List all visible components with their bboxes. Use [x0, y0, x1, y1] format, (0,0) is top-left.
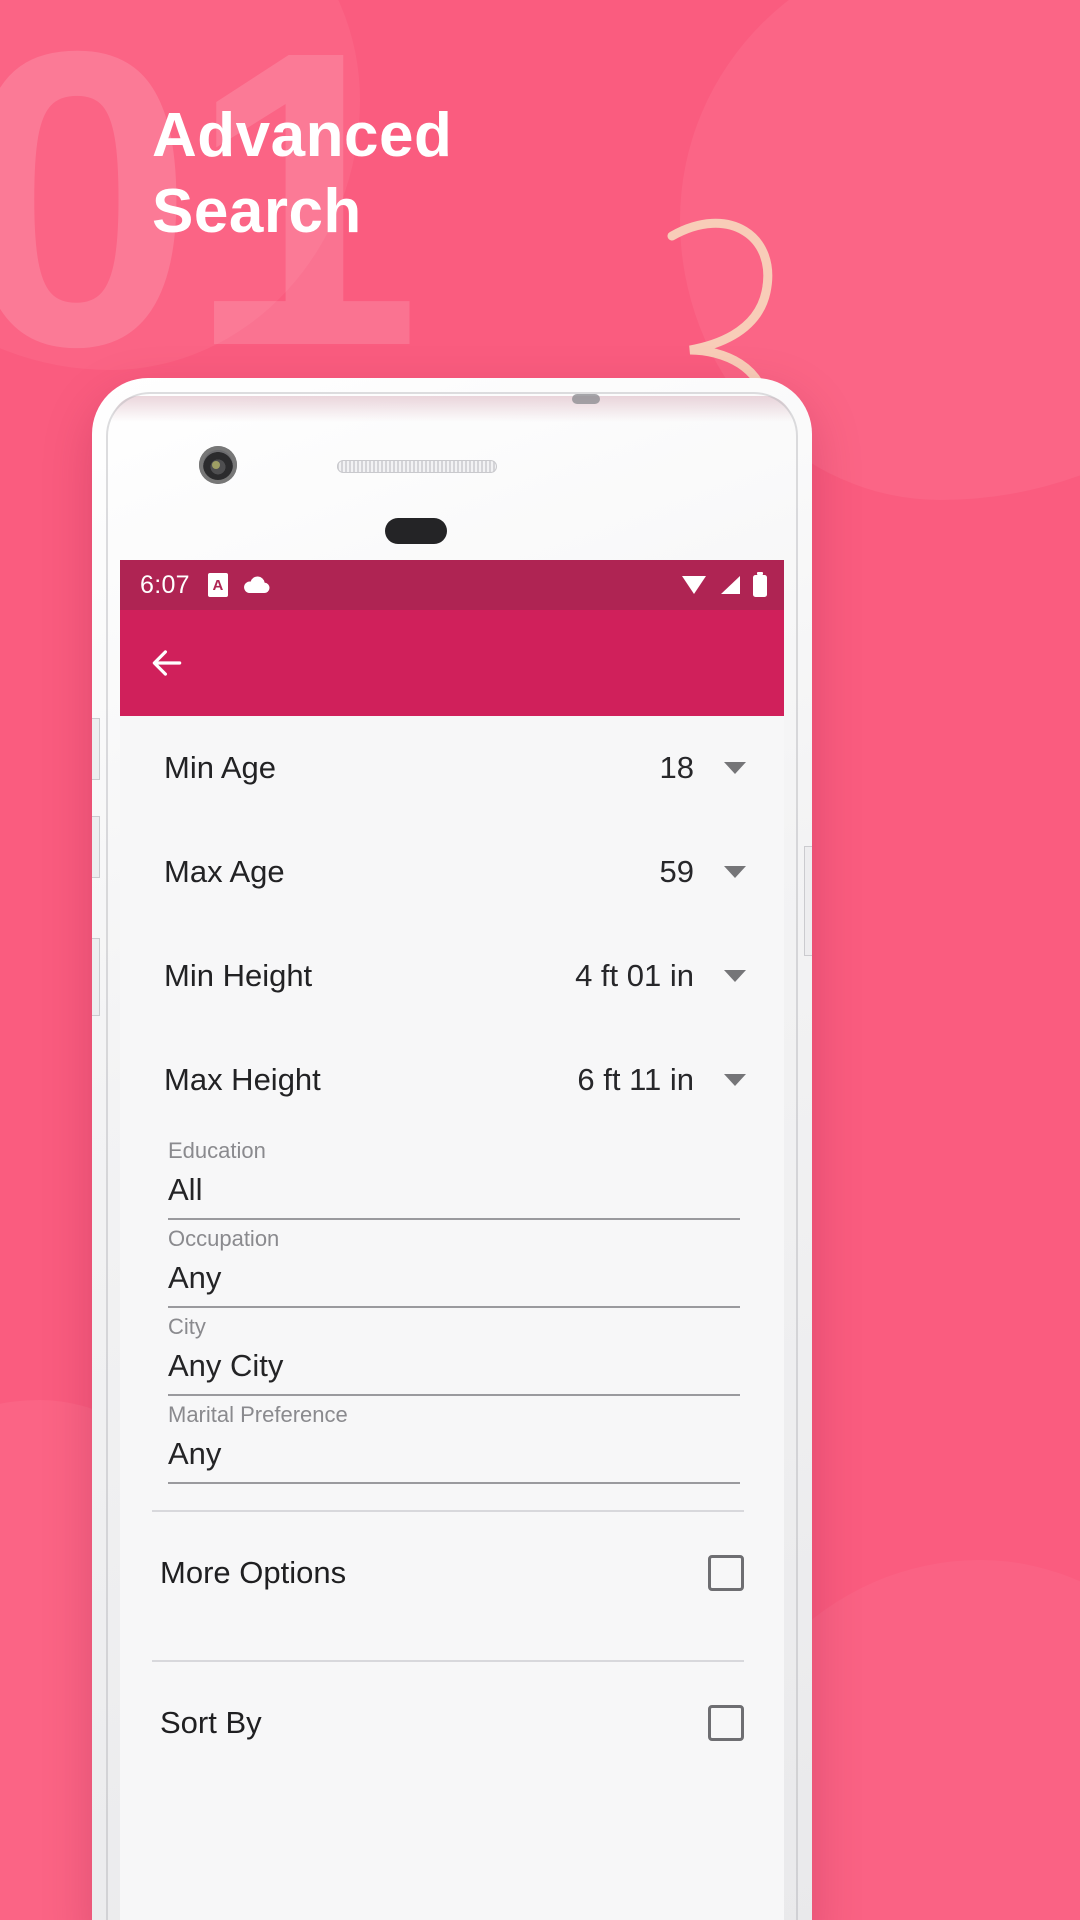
field-education[interactable]: Education All: [120, 1138, 784, 1220]
battery-icon: [753, 572, 767, 597]
field-value[interactable]: Any City: [168, 1348, 740, 1396]
select-row-label: Max Height: [164, 1062, 321, 1097]
cloud-icon: [243, 576, 270, 594]
power-button[interactable]: [804, 846, 812, 956]
field-marital-preference[interactable]: Marital Preference Any: [120, 1402, 784, 1484]
select-row-value: 6 ft 11 in: [577, 1062, 694, 1097]
field-occupation[interactable]: Occupation Any: [120, 1226, 784, 1308]
select-row-value: 59: [659, 854, 694, 889]
status-bar-system-icons: [680, 572, 768, 598]
checkbox-more-options[interactable]: [708, 1555, 744, 1591]
status-bar-clock: 6:07: [140, 570, 190, 599]
bezel-sheen: [112, 396, 792, 422]
status-bar-notification-icons: A: [207, 573, 270, 597]
chevron-down-icon[interactable]: [724, 970, 746, 982]
field-label: Marital Preference: [168, 1402, 348, 1427]
field-label: Education: [168, 1138, 266, 1163]
phone-mockup: 6:07 A Min Age 18 Max Age 59 Min Height …: [92, 378, 812, 1920]
chevron-down-icon[interactable]: [724, 866, 746, 878]
check-row-label: Sort By: [160, 1705, 262, 1740]
wifi-icon: [682, 576, 706, 594]
earpiece-speaker: [337, 460, 497, 473]
select-row-label: Max Age: [164, 854, 285, 889]
back-arrow-icon[interactable]: [148, 644, 186, 682]
select-row-label: Min Height: [164, 958, 313, 993]
field-city[interactable]: City Any City: [120, 1314, 784, 1396]
phone-screen: 6:07 A Min Age 18 Max Age 59 Min Height …: [120, 560, 784, 1920]
check-row-label: More Options: [160, 1555, 347, 1590]
field-value[interactable]: Any: [168, 1436, 740, 1484]
check-row-more-options[interactable]: More Options: [120, 1512, 784, 1634]
status-bar: 6:07 A: [120, 560, 784, 610]
sensor-pill: [385, 518, 447, 544]
advanced-search-form: Min Age 18 Max Age 59 Min Height 4 ft 01…: [120, 716, 784, 1784]
select-row-value: 18: [659, 750, 694, 785]
side-button-extra[interactable]: [92, 938, 100, 1016]
cellular-signal-icon: [721, 576, 740, 594]
volume-up-button[interactable]: [92, 718, 100, 780]
page-title: Advanced Search: [152, 101, 453, 246]
select-row-max-age[interactable]: Max Age 59: [120, 820, 784, 924]
field-label: City: [168, 1314, 206, 1339]
select-row-value: 4 ft 01 in: [575, 958, 694, 993]
app-toolbar: [120, 610, 784, 716]
field-label: Occupation: [168, 1226, 280, 1251]
volume-down-button[interactable]: [92, 816, 100, 878]
chevron-down-icon[interactable]: [724, 762, 746, 774]
front-camera-icon: [199, 446, 237, 484]
checkbox-sort-by[interactable]: [708, 1705, 744, 1741]
top-antenna-strip: [572, 394, 600, 404]
select-row-min-age[interactable]: Min Age 18: [120, 716, 784, 820]
select-row-label: Min Age: [164, 750, 277, 785]
select-row-max-height[interactable]: Max Height 6 ft 11 in: [120, 1028, 784, 1132]
chevron-down-icon[interactable]: [724, 1074, 746, 1086]
field-value[interactable]: All: [168, 1172, 740, 1220]
check-row-sort-by[interactable]: Sort By: [120, 1662, 784, 1784]
promo-screenshot: 01 Advanced Search 6:07 A Min Age 18 Max…: [0, 0, 1080, 1920]
app-badge-icon: A: [207, 573, 228, 597]
select-row-min-height[interactable]: Min Height 4 ft 01 in: [120, 924, 784, 1028]
field-value[interactable]: Any: [168, 1260, 740, 1308]
